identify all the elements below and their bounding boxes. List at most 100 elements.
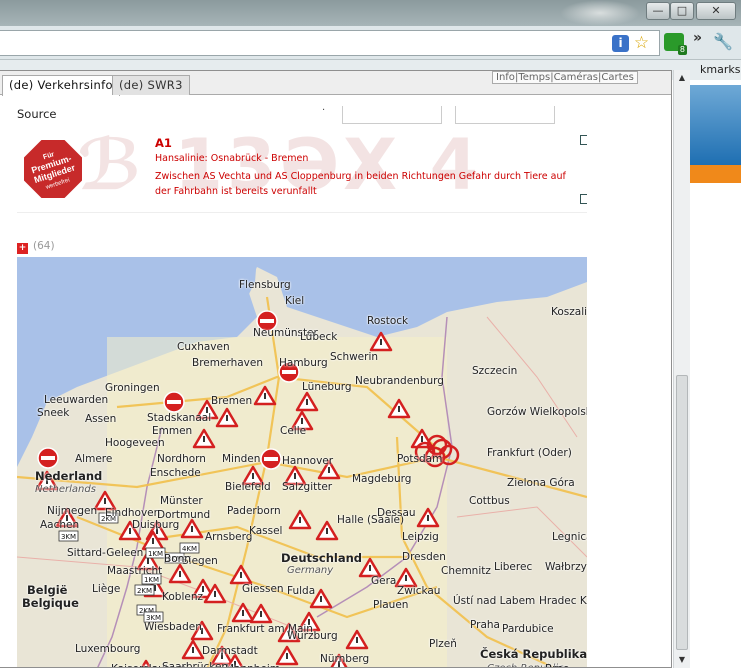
window-titlebar: — □ ✕ <box>0 0 741 26</box>
map-city-label: Gorzów Wielkopolski <box>487 406 587 418</box>
road-closed-icon[interactable] <box>37 447 59 469</box>
map-city-label: Zielona Góra <box>507 477 575 489</box>
map-city-label: Darmstadt <box>202 645 258 657</box>
road-closed-icon[interactable] <box>163 391 185 413</box>
maximize-button[interactable]: □ <box>670 2 694 20</box>
alert-route: Hansalinie: Osnabrück - Bremen <box>155 153 309 164</box>
map-city-label: België <box>27 583 68 597</box>
extension-badge: 8 <box>677 45 687 55</box>
map-city-label: Aachen <box>40 519 80 531</box>
distance-sign-label: 3KM <box>61 533 76 541</box>
map-city-label: Szczecin <box>472 365 518 377</box>
map-city-label: Hoogeveen <box>105 437 165 449</box>
map-city-label: Hannover <box>282 455 334 467</box>
map-city-label: Almere <box>75 453 113 465</box>
map-city-label: Nürnberg <box>320 653 370 665</box>
report-count: + (64) <box>17 240 55 254</box>
map-city-label: Wiesbaden <box>144 621 202 633</box>
distance-sign-icon[interactable]: 4KM <box>179 542 200 554</box>
map-city-label: Germany <box>287 565 334 576</box>
map-city-label: Nordhorn <box>157 453 206 465</box>
source-label: Source <box>17 107 57 121</box>
distance-sign-icon[interactable]: 1KM <box>145 547 166 559</box>
info-icon[interactable]: i <box>612 35 629 52</box>
map-city-label: Rostock <box>367 315 409 327</box>
nav-temps[interactable]: Temps <box>518 72 550 83</box>
vertical-scrollbar[interactable]: ▲ ▼ <box>673 70 690 668</box>
source-select-2[interactable] <box>455 106 555 124</box>
extension-icon[interactable]: 8 <box>664 33 687 55</box>
map-city-label: Kassel <box>249 525 283 537</box>
map-city-label: Plzeň <box>429 638 457 650</box>
nav-info[interactable]: Info <box>496 72 515 83</box>
scroll-up-icon[interactable]: ▲ <box>674 70 690 86</box>
nav-cartes[interactable]: Cartes <box>601 72 634 83</box>
map-city-label: Leipzig <box>402 531 439 543</box>
scroll-down-icon[interactable]: ▼ <box>674 652 690 668</box>
map-city-label: Groningen <box>105 382 160 394</box>
star-icon[interactable]: ☆ <box>633 35 650 52</box>
road-closed-icon[interactable] <box>260 448 282 470</box>
map-city-label: Hamburg <box>279 357 328 369</box>
map-city-label: Celle <box>280 425 307 437</box>
alert-scroll-up-icon[interactable] <box>580 135 587 145</box>
traffic-map[interactable]: 2KM 3KM 1KM 2KM 1KM 2KM 2KM 3KM 4KM Flensburg Kie… <box>17 257 587 667</box>
map-city-label: Magdeburg <box>352 473 412 485</box>
extension-popup: (de) Verkehrsinfo (de) SWR3 Info|Temps|C… <box>0 70 672 668</box>
tab-swr3[interactable]: (de) SWR3 <box>112 75 190 95</box>
premium-badge[interactable]: Für Premium- Mitglieder werbefrei <box>21 137 85 201</box>
map-city-label: Flensburg <box>239 279 291 291</box>
minimize-button[interactable]: — <box>646 2 670 20</box>
source-select-1[interactable] <box>342 106 442 124</box>
map-city-label: Leeuwarden <box>44 394 109 406</box>
map-city-label: Bonn <box>164 553 191 565</box>
close-button[interactable]: ✕ <box>696 2 736 20</box>
wrench-icon[interactable]: 🔧 <box>713 32 733 51</box>
overflow-chevron-icon[interactable]: » <box>693 30 702 46</box>
map-city-label: Wałbrzych <box>545 561 587 573</box>
popup-content: Source · ℬ 13ƏX 4 Für Premium- Mitgliede… <box>0 96 671 667</box>
report-count-value: (64) <box>33 240 55 252</box>
browser-toolbar: i ☆ 8 » 🔧 <box>0 26 741 60</box>
map-city-label: Salzgitter <box>282 481 333 493</box>
map-city-label: Česká Republika <box>480 647 587 661</box>
distance-sign-icon[interactable]: 3KM <box>58 530 79 542</box>
map-city-label: Giessen <box>242 583 284 595</box>
tab-verkehrsinfo[interactable]: (de) Verkehrsinfo <box>2 75 120 96</box>
map-city-label: Sittard-Geleen <box>67 547 144 559</box>
map-city-label: Pardubice <box>502 623 554 635</box>
distance-sign-label: 4KM <box>182 545 197 553</box>
swiss-flag-icon[interactable]: + <box>17 243 28 254</box>
titlebar-glow <box>560 0 640 26</box>
map-city-label: Liège <box>92 583 121 595</box>
map-city-label: Bremerhaven <box>192 357 263 369</box>
popup-tab-row: (de) Verkehrsinfo (de) SWR3 Info|Temps|C… <box>0 71 671 96</box>
map-city-label: Sneek <box>37 407 70 419</box>
alert-scroll-down-icon[interactable] <box>580 194 587 204</box>
map-city-label: Bielefeld <box>225 481 271 493</box>
map-city-label: Liberec <box>494 561 533 573</box>
map-city-label: Kiel <box>285 295 305 307</box>
map-city-label: Luxembourg <box>75 643 141 655</box>
distance-sign-label: 2KM <box>137 587 152 595</box>
map-city-label: Koszalin <box>551 306 587 318</box>
map-city-label: Dortmund <box>157 509 211 521</box>
map-city-label: Würzburg <box>287 630 338 642</box>
map-city-label: Frankfurt (Oder) <box>487 447 572 459</box>
map-city-label: Stadskanaal <box>147 412 212 424</box>
map-city-label: Assen <box>85 413 117 425</box>
map-city-label: Nederland <box>35 469 103 483</box>
distance-sign-label: 1KM <box>148 550 163 558</box>
map-city-label: Netherlands <box>35 484 96 495</box>
scroll-thumb[interactable] <box>676 375 688 650</box>
nav-cameras[interactable]: Caméras <box>554 72 598 83</box>
map-city-label: Eindhoven <box>105 507 161 519</box>
map-city-label: Lübeck <box>300 331 338 343</box>
map-city-label: Plauen <box>373 599 409 611</box>
map-city-label: Enschede <box>150 467 201 479</box>
other-bookmarks[interactable]: kmarks <box>700 63 740 76</box>
map-city-label: Fulda <box>287 585 316 597</box>
distance-sign-icon[interactable]: 2KM <box>134 584 155 596</box>
background-banner <box>690 85 741 165</box>
address-bar[interactable]: i ☆ <box>0 30 660 56</box>
